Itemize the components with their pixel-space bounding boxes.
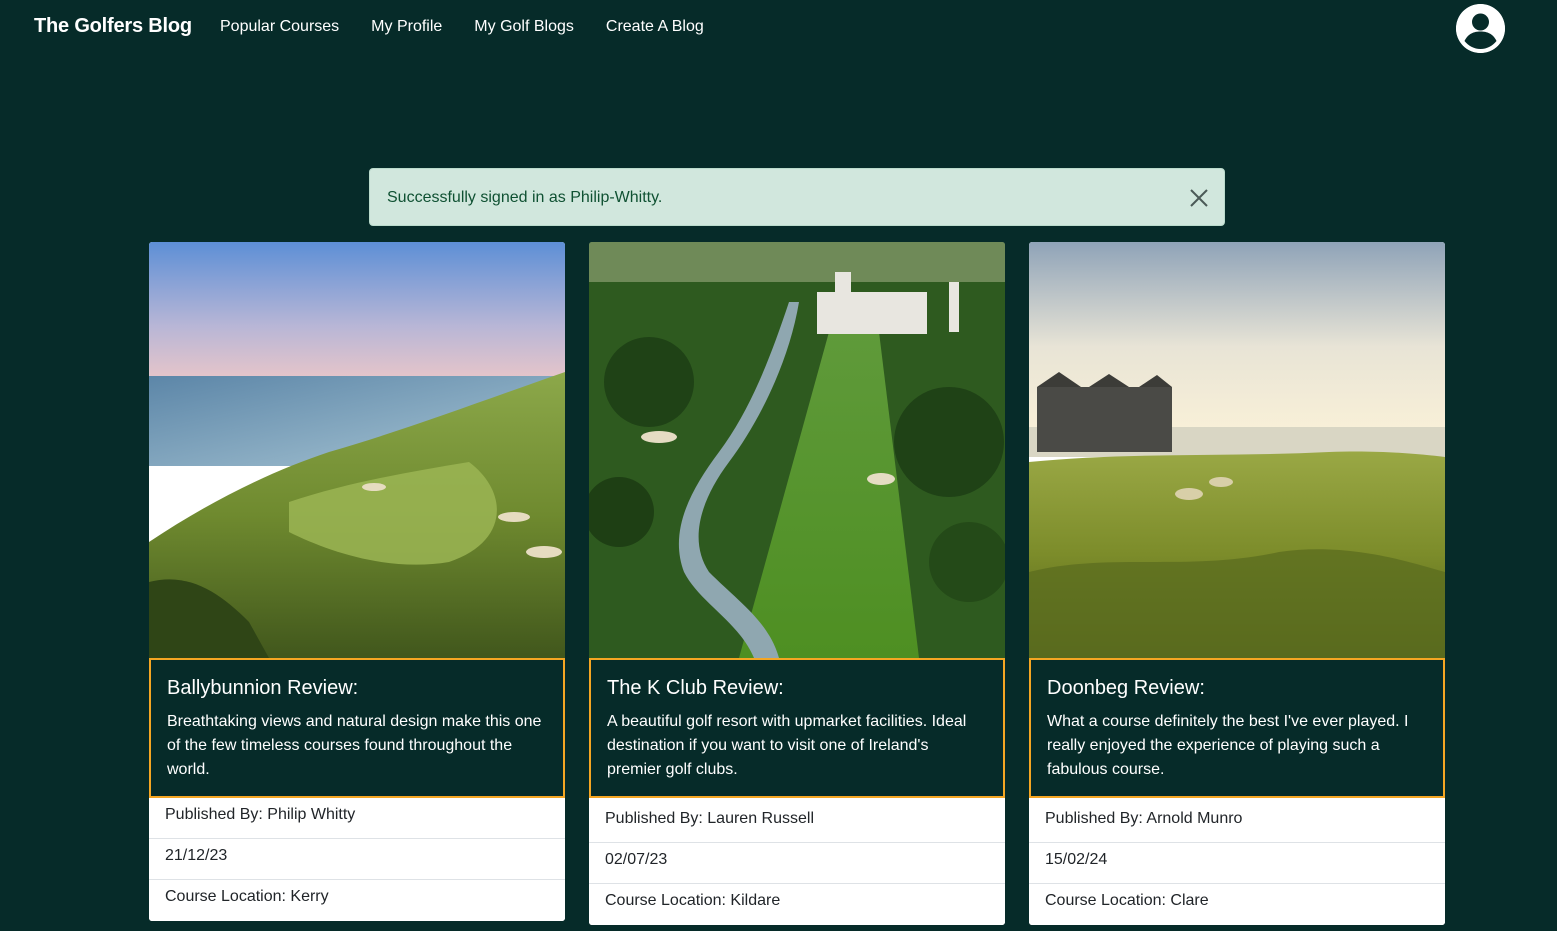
nav-link-create-a-blog[interactable]: Create A Blog — [606, 18, 704, 36]
card-body: The K Club Review: A beautiful golf reso… — [589, 658, 1005, 798]
nav-link-popular-courses[interactable]: Popular Courses — [220, 18, 339, 36]
card-excerpt: Breathtaking views and natural design ma… — [167, 713, 542, 778]
avatar-button[interactable] — [1456, 4, 1505, 53]
nav-link-my-profile[interactable]: My Profile — [371, 18, 442, 36]
blog-card[interactable]: The K Club Review: A beautiful golf reso… — [589, 242, 1005, 925]
card-excerpt: What a course definitely the best I've e… — [1047, 713, 1409, 778]
user-circle-icon — [1456, 4, 1505, 53]
card-location: Course Location: Kerry — [149, 880, 565, 921]
card-published-by: Published By: Lauren Russell — [589, 798, 1005, 843]
card-published-by: Published By: Arnold Munro — [1029, 798, 1445, 843]
course-image-ballybunnion — [149, 242, 565, 658]
blog-card[interactable]: Ballybunnion Review: Breathtaking views … — [149, 242, 565, 921]
alert-message: Successfully signed in as Philip-Whitty. — [387, 189, 663, 206]
card-published-by: Published By: Philip Whitty — [149, 798, 565, 839]
blog-card[interactable]: Doonbeg Review: What a course definitely… — [1029, 242, 1445, 925]
navbar: The Golfers Blog Popular Courses My Prof… — [0, 0, 1557, 56]
card-location: Course Location: Kildare — [589, 884, 1005, 925]
course-image-k-club — [589, 242, 1005, 658]
card-excerpt: A beautiful golf resort with upmarket fa… — [607, 713, 967, 778]
card-body: Ballybunnion Review: Breathtaking views … — [149, 658, 565, 798]
card-date: 02/07/23 — [589, 843, 1005, 884]
card-title[interactable]: The K Club Review: — [607, 677, 987, 700]
card-title[interactable]: Doonbeg Review: — [1047, 677, 1427, 700]
nav-links: Popular Courses My Profile My Golf Blogs… — [220, 18, 736, 36]
card-body: Doonbeg Review: What a course definitely… — [1029, 658, 1445, 798]
card-date: 15/02/24 — [1029, 843, 1445, 884]
course-image-doonbeg — [1029, 242, 1445, 658]
close-icon — [1190, 189, 1208, 207]
nav-link-my-golf-blogs[interactable]: My Golf Blogs — [474, 18, 574, 36]
success-alert: Successfully signed in as Philip-Whitty. — [369, 168, 1225, 226]
card-title[interactable]: Ballybunnion Review: — [167, 677, 547, 700]
brand-logo[interactable]: The Golfers Blog — [34, 15, 192, 38]
card-date: 21/12/23 — [149, 839, 565, 880]
alert-close-button[interactable] — [1188, 187, 1210, 209]
card-location: Course Location: Clare — [1029, 884, 1445, 925]
